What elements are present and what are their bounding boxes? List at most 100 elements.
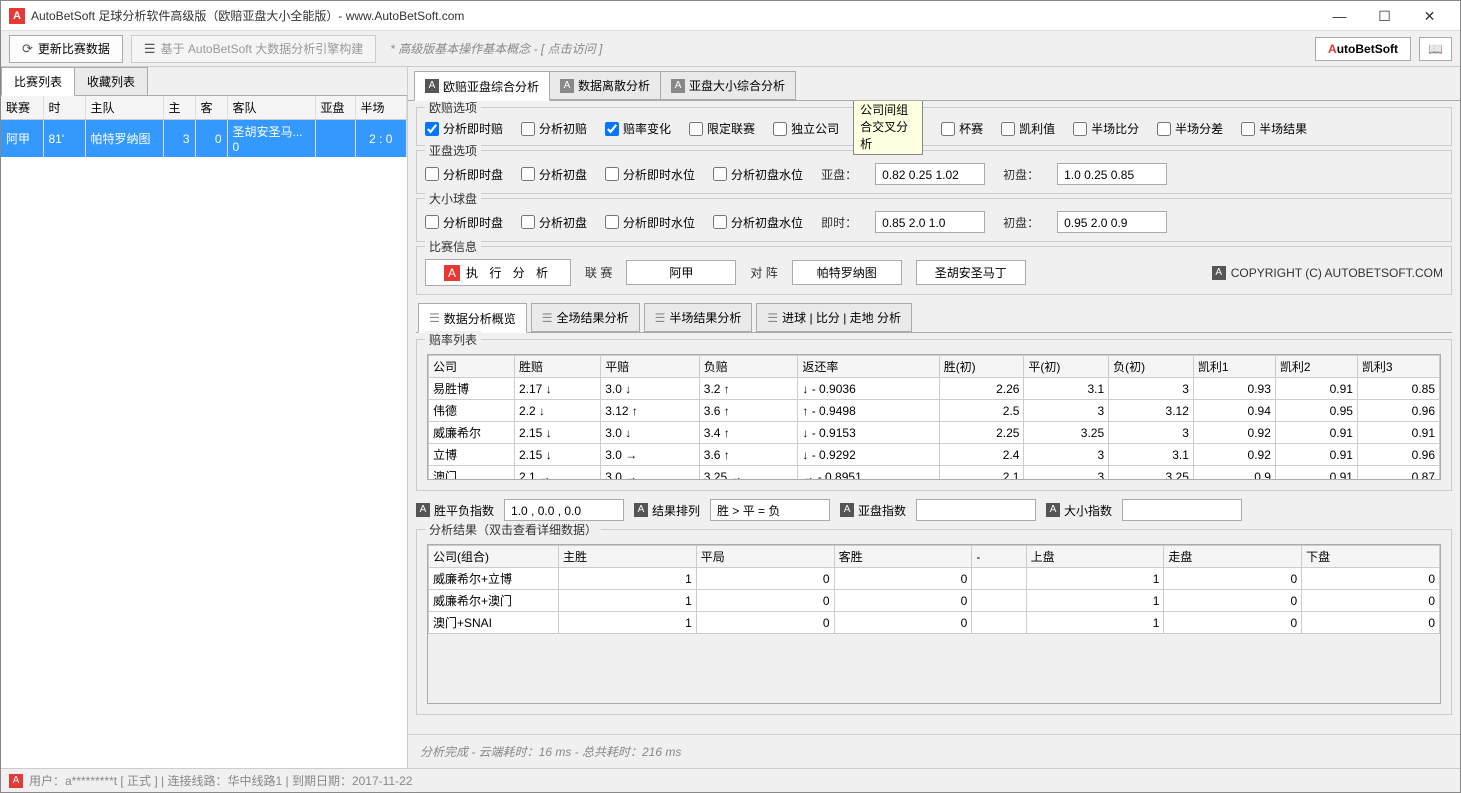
val-ou-init[interactable]: 0.95 2.0 0.9 bbox=[1057, 211, 1167, 233]
help-link[interactable]: * 高级版基本操作基本概念 - [ 点击访问 ] bbox=[390, 40, 602, 57]
col-home-score[interactable]: 主 bbox=[163, 96, 195, 120]
result-col[interactable]: 主胜 bbox=[559, 546, 697, 568]
rtab-dispersion[interactable]: A数据离散分析 bbox=[549, 71, 661, 100]
chk-ou-live-water[interactable]: 分析即时水位 bbox=[605, 214, 695, 231]
tooltip-company-combo: 公司间组合交叉分析 bbox=[853, 101, 923, 155]
chk-live-odds[interactable]: 分析即时赔 bbox=[425, 120, 503, 137]
lbl-vs: 对 阵 bbox=[750, 264, 777, 281]
result-col[interactable]: 客胜 bbox=[834, 546, 972, 568]
maximize-button[interactable]: ☐ bbox=[1362, 2, 1407, 30]
col-league[interactable]: 联赛 bbox=[1, 96, 43, 120]
val-ou-live[interactable]: 0.85 2.0 1.0 bbox=[875, 211, 985, 233]
tab-favorite-list[interactable]: 收藏列表 bbox=[74, 67, 148, 96]
odds-col[interactable]: 负赔 bbox=[699, 356, 798, 378]
lbl-result-order: 结果排列 bbox=[652, 502, 700, 519]
chk-cup[interactable]: 杯赛 bbox=[941, 120, 983, 137]
right-panel: A欧赔亚盘综合分析 A数据离散分析 A亚盘大小综合分析 欧赔选项 分析即时赔 分… bbox=[408, 67, 1460, 768]
odds-col[interactable]: 负(初) bbox=[1109, 356, 1194, 378]
table-row[interactable]: 威廉希尔+立博100100 bbox=[429, 568, 1440, 590]
table-row[interactable]: 澳门2.1 →3.0 →3.25 →→ - 0.89512.133.250.90… bbox=[429, 466, 1440, 480]
odds-col[interactable]: 凯利3 bbox=[1357, 356, 1439, 378]
subtabs: ☰数据分析概览 ☰全场结果分析 ☰半场结果分析 ☰进球 | 比分 | 走地 分析 bbox=[416, 299, 1452, 333]
chk-limit-league[interactable]: 限定联赛 bbox=[689, 120, 755, 137]
table-row[interactable]: 阿甲 81' 帕特罗纳图 3 0 圣胡安圣马... 0 2 : 0 bbox=[1, 120, 407, 158]
result-col[interactable]: 公司(组合) bbox=[429, 546, 559, 568]
val-league: 阿甲 bbox=[626, 260, 736, 285]
lbl-ou-init: 初盘： bbox=[1003, 214, 1039, 231]
legend-match: 比赛信息 bbox=[425, 238, 481, 255]
execute-button[interactable]: A 执 行 分 析 bbox=[425, 259, 571, 286]
col-time[interactable]: 时 bbox=[43, 96, 85, 120]
val-result-order[interactable]: 胜 > 平 = 负 bbox=[710, 499, 830, 521]
chk-indep-company[interactable]: 独立公司 bbox=[773, 120, 839, 137]
rtab-euro-asia[interactable]: A欧赔亚盘综合分析 bbox=[414, 71, 550, 101]
subtab-full[interactable]: ☰全场结果分析 bbox=[531, 303, 640, 332]
lbl-league: 联 赛 bbox=[585, 264, 612, 281]
odds-col[interactable]: 公司 bbox=[429, 356, 515, 378]
result-col[interactable]: 平局 bbox=[696, 546, 834, 568]
odds-col[interactable]: 平赔 bbox=[601, 356, 700, 378]
chk-company-combo[interactable]: 公司组合 公司间组合交叉分析 bbox=[857, 120, 923, 137]
book-button[interactable]: 📖 bbox=[1419, 37, 1452, 61]
refresh-button[interactable]: ⟳ 更新比赛数据 bbox=[9, 35, 123, 63]
col-asian[interactable]: 亚盘 bbox=[315, 96, 355, 120]
refresh-icon: ⟳ bbox=[22, 41, 33, 57]
chk-half-diff[interactable]: 半场分差 bbox=[1157, 120, 1223, 137]
fieldset-match: 比赛信息 A 执 行 分 析 联 赛 阿甲 对 阵 帕特罗纳图 圣胡安圣马丁 A… bbox=[416, 246, 1452, 295]
app-icon: A bbox=[9, 8, 25, 24]
odds-col[interactable]: 凯利2 bbox=[1275, 356, 1357, 378]
legend-result: 分析结果（双击查看详细数据） bbox=[425, 521, 601, 538]
chk-init-odds[interactable]: 分析初赔 bbox=[521, 120, 587, 137]
odds-col[interactable]: 返还率 bbox=[798, 356, 939, 378]
col-half[interactable]: 半场 bbox=[355, 96, 407, 120]
odds-col[interactable]: 平(初) bbox=[1024, 356, 1109, 378]
list-icon: ☰ bbox=[144, 41, 156, 57]
chk-asia-init-water[interactable]: 分析初盘水位 bbox=[713, 166, 803, 183]
left-panel: 比赛列表 收藏列表 联赛 时 主队 主 客 客队 亚盘 半场 阿甲 8 bbox=[1, 67, 408, 768]
subtab-half[interactable]: ☰半场结果分析 bbox=[644, 303, 753, 332]
val-asian-handicap[interactable]: 0.82 0.25 1.02 bbox=[875, 163, 985, 185]
odds-col[interactable]: 胜(初) bbox=[939, 356, 1024, 378]
subtab-goals[interactable]: ☰进球 | 比分 | 走地 分析 bbox=[756, 303, 912, 332]
tab-match-list[interactable]: 比赛列表 bbox=[1, 67, 75, 96]
val-wdl-index[interactable]: 1.0 , 0.0 , 0.0 bbox=[504, 499, 624, 521]
odds-col[interactable]: 凯利1 bbox=[1193, 356, 1275, 378]
val-asian-index[interactable] bbox=[916, 499, 1036, 521]
table-row[interactable]: 伟德2.2 ↓3.12 ↑3.6 ↑↑ - 0.94982.533.120.94… bbox=[429, 400, 1440, 422]
chk-half-score[interactable]: 半场比分 bbox=[1073, 120, 1139, 137]
minimize-button[interactable]: — bbox=[1317, 2, 1362, 30]
result-col[interactable]: 下盘 bbox=[1302, 546, 1440, 568]
table-row[interactable]: 澳门+SNAI100100 bbox=[429, 612, 1440, 634]
chk-ou-live[interactable]: 分析即时盘 bbox=[425, 214, 503, 231]
chk-ou-init[interactable]: 分析初盘 bbox=[521, 214, 587, 231]
table-row[interactable]: 易胜博2.17 ↓3.0 ↓3.2 ↑↓ - 0.90362.263.130.9… bbox=[429, 378, 1440, 400]
chk-odds-change[interactable]: 赔率变化 bbox=[605, 120, 671, 137]
chk-asia-live[interactable]: 分析即时盘 bbox=[425, 166, 503, 183]
rtab-asia-ou[interactable]: A亚盘大小综合分析 bbox=[660, 71, 796, 100]
lbl-wdl-index: 胜平负指数 bbox=[434, 502, 494, 519]
result-col[interactable]: - bbox=[972, 546, 1026, 568]
odds-col[interactable]: 胜赔 bbox=[515, 356, 601, 378]
result-col[interactable]: 上盘 bbox=[1026, 546, 1164, 568]
col-away-score[interactable]: 客 bbox=[195, 96, 227, 120]
table-row[interactable]: 立博2.15 ↓3.0 →3.6 ↑↓ - 0.92922.433.10.920… bbox=[429, 444, 1440, 466]
chk-ou-init-water[interactable]: 分析初盘水位 bbox=[713, 214, 803, 231]
val-ou-index[interactable] bbox=[1122, 499, 1242, 521]
chk-kelly[interactable]: 凯利值 bbox=[1001, 120, 1055, 137]
chk-asia-live-water[interactable]: 分析即时水位 bbox=[605, 166, 695, 183]
subtab-overview[interactable]: ☰数据分析概览 bbox=[418, 303, 527, 333]
fieldset-result: 分析结果（双击查看详细数据） 公司(组合)主胜平局客胜-上盘走盘下盘威廉希尔+立… bbox=[416, 529, 1452, 715]
table-row[interactable]: 威廉希尔+澳门100100 bbox=[429, 590, 1440, 612]
logo: AutoBetSoft bbox=[1315, 37, 1411, 61]
result-col[interactable]: 走盘 bbox=[1164, 546, 1302, 568]
val-asian-init[interactable]: 1.0 0.25 0.85 bbox=[1057, 163, 1167, 185]
engine-button: ☰ 基于 AutoBetSoft 大数据分析引擎构建 bbox=[131, 35, 376, 63]
chk-asia-init[interactable]: 分析初盘 bbox=[521, 166, 587, 183]
table-row[interactable]: 威廉希尔2.15 ↓3.0 ↓3.4 ↑↓ - 0.91532.253.2530… bbox=[429, 422, 1440, 444]
col-home[interactable]: 主队 bbox=[85, 96, 163, 120]
odds-scroll[interactable]: 公司胜赔平赔负赔返还率胜(初)平(初)负(初)凯利1凯利2凯利3易胜博2.17 … bbox=[428, 355, 1440, 479]
col-away[interactable]: 客队 bbox=[227, 96, 315, 120]
fieldset-euro: 欧赔选项 分析即时赔 分析初赔 赔率变化 限定联赛 独立公司 公司组合 公司间组… bbox=[416, 107, 1452, 146]
chk-half-result[interactable]: 半场结果 bbox=[1241, 120, 1307, 137]
close-button[interactable]: ✕ bbox=[1407, 2, 1452, 30]
